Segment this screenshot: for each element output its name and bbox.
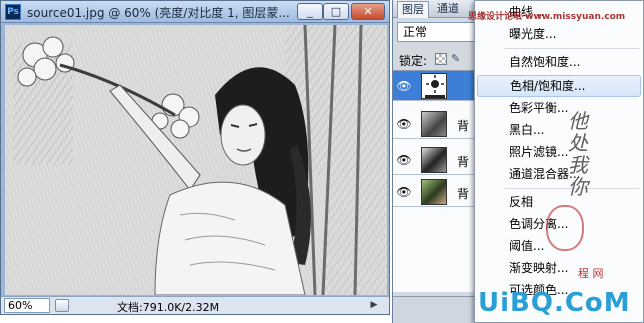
- eye-icon[interactable]: 👁: [396, 117, 412, 131]
- watermark-brand: UiBQ.CoM: [478, 288, 631, 318]
- menu-item-black-white[interactable]: 黑白...: [475, 119, 643, 141]
- menu-item-hue-saturation[interactable]: 色相/饱和度...: [477, 75, 641, 97]
- layer-thumbnail: [421, 179, 447, 205]
- photoshop-icon: Ps: [5, 4, 21, 20]
- menu-item-color-balance[interactable]: 色彩平衡...: [475, 97, 643, 119]
- eye-icon[interactable]: 👁: [396, 185, 412, 199]
- watermark-forum: 思缘设计论坛 www.missyuan.com: [468, 12, 626, 22]
- lock-label: 锁定:: [399, 54, 428, 68]
- document-canvas[interactable]: [5, 25, 387, 295]
- tab-layers[interactable]: 图层: [397, 1, 429, 18]
- adjustment-thumbnail-icon: [421, 73, 447, 99]
- zoom-level-field[interactable]: 60%: [4, 298, 50, 313]
- status-menu-arrow-icon[interactable]: ▶: [367, 299, 381, 312]
- document-size-info: 文档:791.0K/2.32M: [117, 301, 220, 314]
- eye-icon[interactable]: 👁: [396, 79, 412, 93]
- blend-mode-value: 正常: [403, 25, 428, 39]
- document-title-bar[interactable]: Ps source01.jpg @ 60% (亮度/对比度 1, 图层蒙... …: [1, 1, 389, 23]
- menu-separator: [505, 48, 639, 49]
- layer-name: 背: [457, 119, 470, 133]
- watermark-seal: [546, 205, 584, 251]
- menu-item-gradient-map[interactable]: 渐变映射...: [475, 257, 643, 279]
- eye-icon[interactable]: 👁: [396, 153, 412, 167]
- document-window: Ps source01.jpg @ 60% (亮度/对比度 1, 图层蒙... …: [0, 0, 390, 315]
- tab-channels[interactable]: 通道: [433, 1, 463, 18]
- menu-item-vibrance[interactable]: 自然饱和度...: [475, 51, 643, 73]
- layer-name: 背: [457, 187, 470, 201]
- lock-paint-icon[interactable]: ✎: [451, 53, 463, 65]
- layer-thumbnail: [421, 147, 447, 173]
- layer-name: 背: [457, 155, 470, 169]
- pencil-sketch-photo: [5, 25, 387, 295]
- adjustments-menu: 曲线... 曝光度... 自然饱和度... 色相/饱和度... 色彩平衡... …: [474, 0, 644, 323]
- status-info-icon[interactable]: [55, 299, 69, 312]
- watermark-cn-text: 程 网: [578, 267, 604, 280]
- menu-item-photo-filter[interactable]: 照片滤镜...: [475, 141, 643, 163]
- menu-item-exposure[interactable]: 曝光度...: [475, 23, 643, 45]
- menu-item-channel-mixer[interactable]: 通道混合器...: [475, 163, 643, 185]
- status-bar: 60% 文档:791.0K/2.32M ▶: [1, 296, 389, 314]
- maximize-button[interactable]: □: [323, 3, 349, 20]
- layer-thumbnail: [421, 111, 447, 137]
- close-button[interactable]: ✕: [351, 3, 385, 20]
- minimize-button[interactable]: _: [297, 3, 323, 20]
- lock-transparency-icon[interactable]: [435, 53, 447, 65]
- document-title: source01.jpg @ 60% (亮度/对比度 1, 图层蒙...: [27, 6, 290, 20]
- watermark-signature: 他处我你: [568, 109, 588, 199]
